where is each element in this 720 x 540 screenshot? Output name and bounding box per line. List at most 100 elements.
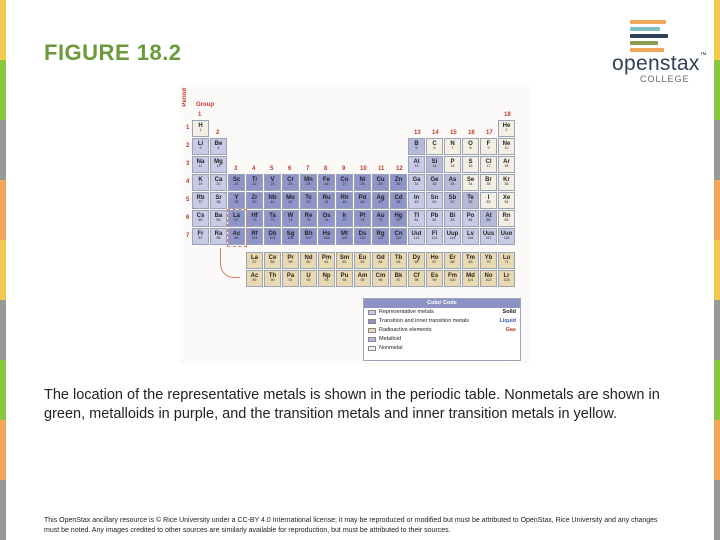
element-cell-n: N7 [444, 138, 461, 155]
lanthanide-cell-la: La 57 [246, 252, 263, 269]
element-cell-te: Te 52 [462, 192, 479, 209]
period-number: 1 [186, 125, 190, 131]
element-number: 103 [503, 278, 510, 282]
element-number: 70 [486, 260, 491, 264]
element-number: 97 [396, 278, 401, 282]
element-number: 56 [216, 218, 221, 222]
group-number: 10 [360, 166, 367, 172]
accent-stripe-segment [714, 60, 720, 120]
group-number: 12 [396, 166, 403, 172]
actinide-cell-lr: Lr 103 [498, 270, 515, 287]
element-cell-pd: Pd 46 [354, 192, 371, 209]
legend-swatch [368, 337, 376, 342]
element-cell-ta: Ta 73 [264, 210, 281, 227]
group-number: 8 [324, 166, 328, 172]
element-number: 37 [198, 200, 203, 204]
element-cell-lv: Lv 116 [462, 228, 479, 245]
element-cell-bh: Bh 107 [300, 228, 317, 245]
element-number: 43 [306, 200, 311, 204]
element-number: 76 [324, 218, 329, 222]
actinide-cell-no: No 102 [480, 270, 497, 287]
element-cell-sn: Sn 50 [426, 192, 443, 209]
element-number: 8 [469, 146, 472, 150]
accent-stripe-segment [0, 420, 6, 480]
element-cell-in: In 49 [408, 192, 425, 209]
element-cell-i: I 53 [480, 192, 497, 209]
element-number: 100 [449, 278, 456, 282]
element-cell-uup: Uup 115 [444, 228, 461, 245]
period-number: 7 [186, 233, 190, 239]
element-cell-k: K 19 [192, 174, 209, 191]
element-cell-cn: Cn 112 [390, 228, 407, 245]
group-number: 9 [342, 166, 346, 172]
element-number: 62 [342, 260, 347, 264]
element-cell-ir: Ir 77 [336, 210, 353, 227]
element-cell-nb: Nb 41 [264, 192, 281, 209]
element-cell-b: B5 [408, 138, 425, 155]
element-number: 93 [324, 278, 329, 282]
legend-swatch [368, 328, 376, 333]
figure-caption: The location of the representative metal… [44, 387, 660, 422]
accent-stripe-segment [0, 480, 6, 540]
legend-row: Representative metals Solid [364, 308, 520, 317]
group-number: 16 [468, 130, 475, 136]
element-number: 58 [270, 260, 275, 264]
lanthanide-cell-pm: Pm 61 [318, 252, 335, 269]
element-cell-tl: Tl 81 [408, 210, 425, 227]
element-number: 57 [252, 260, 257, 264]
element-number: 92 [306, 278, 311, 282]
accent-stripe-segment [0, 0, 6, 60]
element-number: 111 [377, 236, 384, 240]
logo-bar [630, 34, 668, 38]
element-cell-ti: Ti 22 [246, 174, 263, 191]
element-cell-pb: Pb 82 [426, 210, 443, 227]
group-number: 1 [198, 112, 202, 118]
element-number: 39 [234, 200, 239, 204]
accent-stripe-segment [714, 180, 720, 240]
lanthanide-cell-lu: Lu 71 [498, 252, 515, 269]
element-cell-cl: Cl 17 [480, 156, 497, 173]
element-cell-v: V 23 [264, 174, 281, 191]
element-number: 47 [378, 200, 383, 204]
legend-row: Radioactive elements Gas [364, 326, 520, 335]
element-number: 110 [359, 236, 366, 240]
element-number: 29 [378, 182, 383, 186]
element-number: 42 [288, 200, 293, 204]
element-number: 22 [252, 182, 257, 186]
accent-stripe-segment [0, 240, 6, 300]
element-number: 33 [450, 182, 455, 186]
legend-state: Gas [505, 327, 516, 333]
element-number: 19 [198, 182, 203, 186]
element-number: 49 [414, 200, 419, 204]
element-number: 28 [360, 182, 365, 186]
legend-swatch [368, 310, 376, 315]
element-cell-al: Al 13 [408, 156, 425, 173]
element-number: 84 [468, 218, 473, 222]
element-number: 109 [341, 236, 348, 240]
element-cell-at: At 85 [480, 210, 497, 227]
element-number: 112 [395, 236, 402, 240]
logo-bar [630, 27, 660, 31]
element-number: 96 [378, 278, 383, 282]
element-number: 82 [432, 218, 437, 222]
element-cell-sb: Sb 51 [444, 192, 461, 209]
element-cell-f: F9 [480, 138, 497, 155]
period-number: 3 [186, 161, 190, 167]
logo-bars-icon [630, 20, 670, 55]
actinide-cell-cf: Cf 98 [408, 270, 425, 287]
element-number: 10 [504, 146, 509, 150]
element-number: 30 [396, 182, 401, 186]
group-number: 13 [414, 130, 421, 136]
element-cell-sc: Sc 21 [228, 174, 245, 191]
element-cell-sr: Sr 38 [210, 192, 227, 209]
element-number: 50 [432, 200, 437, 204]
accent-stripe-segment [0, 180, 6, 240]
element-number: 52 [468, 200, 473, 204]
actinide-cell-bk: Bk 97 [390, 270, 407, 287]
element-cell-os: Os 76 [318, 210, 335, 227]
legend-row: Transition and inner transition metals Li… [364, 317, 520, 326]
actinide-cell-pa: Pa 91 [282, 270, 299, 287]
element-number: 20 [216, 182, 221, 186]
element-number: 73 [270, 218, 275, 222]
element-number: 59 [288, 260, 293, 264]
